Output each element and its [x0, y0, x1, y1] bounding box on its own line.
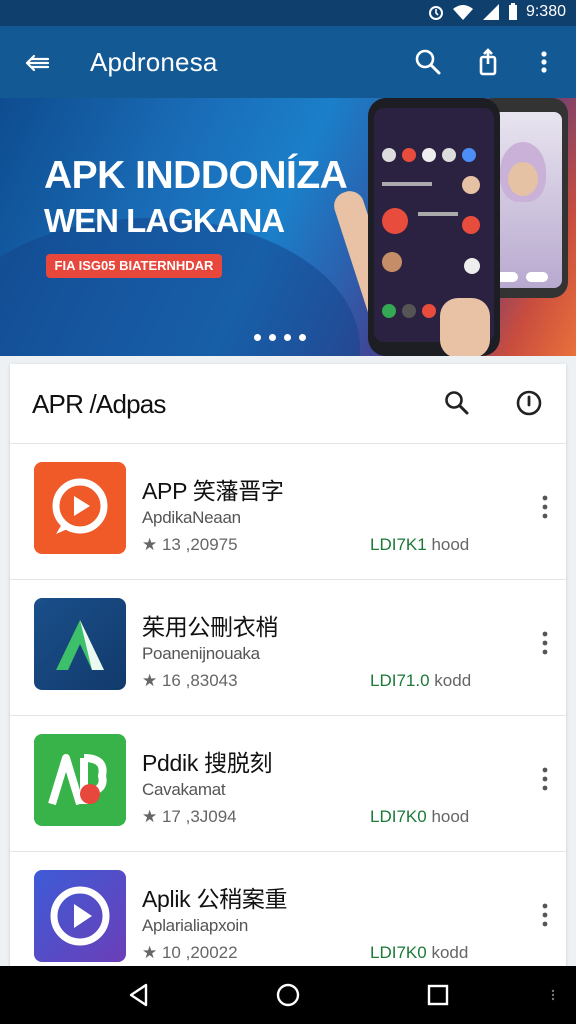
status-bar: 9:380	[0, 0, 576, 26]
app-name: 茱用公刪衣梢	[142, 614, 279, 640]
home-circle-icon[interactable]	[273, 980, 303, 1010]
search-icon[interactable]	[412, 46, 444, 78]
play-circle-icon	[50, 886, 110, 946]
app-rating: ★ 16 ,83043	[142, 671, 238, 690]
app-developer: ApdikaNeaan	[142, 508, 241, 527]
more-vert-icon[interactable]	[534, 900, 556, 930]
app-name: Pddik 搜脱刻	[142, 750, 273, 776]
app-title: Apdronesa	[90, 47, 218, 77]
app-developer: Cavakamat	[142, 780, 226, 799]
more-vert-icon[interactable]	[534, 764, 556, 794]
carousel-dot[interactable]	[254, 334, 261, 341]
more-dots-icon[interactable]	[546, 980, 560, 1010]
info-icon[interactable]	[514, 388, 544, 418]
app-icon	[34, 870, 126, 962]
app-developer: Aplarialiapxoin	[142, 916, 249, 935]
app-icon	[34, 462, 126, 554]
banner-cta-button[interactable]: FIA ISG05 BIATERNHDAR	[46, 254, 222, 278]
app-bar: Apdronesa	[0, 26, 576, 98]
list-item[interactable]: Pddik 搜脱刻 Cavakamat ★ 17 ,3J094 LDI7K0 h…	[10, 716, 566, 852]
app-icon	[34, 598, 126, 690]
app-rating: ★ 17 ,3J094	[142, 807, 237, 826]
more-vert-icon[interactable]	[534, 628, 556, 658]
carousel-dot[interactable]	[269, 334, 276, 341]
battery-icon	[508, 3, 517, 20]
app-rating: ★ 13 ,20975	[142, 535, 238, 554]
alarm-icon	[428, 6, 443, 20]
more-vert-icon[interactable]	[528, 46, 560, 78]
letter-a-icon	[56, 620, 104, 670]
system-nav-bar	[0, 966, 576, 1024]
app-size: LDI7K0 hood	[370, 807, 470, 826]
ab-logo-icon	[48, 754, 107, 806]
share-icon[interactable]	[472, 46, 504, 78]
more-vert-icon[interactable]	[534, 492, 556, 522]
app-name: Aplik 公稍案重	[142, 886, 288, 912]
carousel-dots[interactable]	[254, 334, 306, 341]
carousel-dot[interactable]	[299, 334, 306, 341]
app-rating: ★ 10 ,20022	[142, 943, 238, 962]
list-item[interactable]: 茱用公刪衣梢 Poanenijnouaka ★ 16 ,83043 LDI71.…	[10, 580, 566, 716]
list-header: APR /Adpas	[10, 364, 566, 444]
signal-icon	[482, 4, 499, 20]
app-name: APP 笑藩晋字	[142, 478, 284, 504]
app-size: LDI7K0 kodd	[370, 943, 469, 962]
app-size: LDI7K1 hood	[370, 535, 470, 554]
back-triangle-icon[interactable]	[124, 980, 154, 1010]
banner-headline: APK INDDONÍZA	[44, 154, 348, 197]
recents-square-icon[interactable]	[423, 980, 453, 1010]
play-bubble-icon	[52, 478, 108, 534]
status-time: 9:380	[525, 3, 566, 20]
wifi-icon	[452, 5, 473, 20]
list-title: APR /Adpas	[32, 389, 166, 419]
carousel-dot[interactable]	[284, 334, 291, 341]
banner-subheadline: WEN LAGKANA	[44, 202, 285, 239]
app-list-card: APR /Adpas APP 笑藩晋字 ApdikaNeaan ★ 13 ,20…	[10, 364, 566, 988]
back-arrow-icon[interactable]	[22, 48, 52, 78]
list-item[interactable]: APP 笑藩晋字 ApdikaNeaan ★ 13 ,20975 LDI7K1 …	[10, 444, 566, 580]
app-icon	[34, 734, 126, 826]
app-size: LDI71.0 kodd	[370, 671, 472, 690]
promo-banner[interactable]: APK INDDONÍZA WEN LAGKANA FIA ISG05 BIAT…	[0, 98, 576, 356]
search-icon[interactable]	[442, 388, 472, 418]
app-developer: Poanenijnouaka	[142, 644, 260, 663]
